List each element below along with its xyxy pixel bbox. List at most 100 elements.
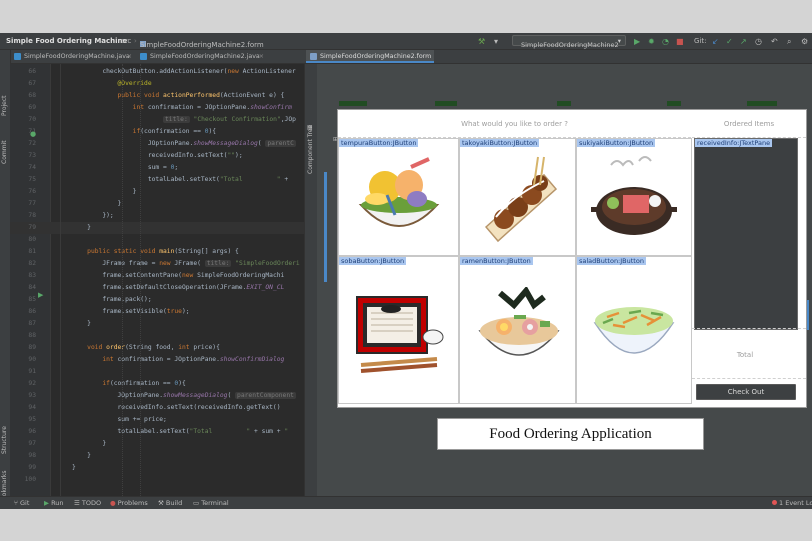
component-tree-icon[interactable]: ▤ — [307, 124, 313, 131]
code-line[interactable]: 90 int confirmation = JOptionPane.showCo… — [10, 354, 304, 366]
code-line[interactable]: 71 if(confirmation == 0){ — [10, 126, 304, 138]
code-line[interactable]: 99} — [10, 462, 304, 474]
hammer-build-icon[interactable]: ⚒ — [478, 37, 485, 46]
git-update-icon[interactable]: ↙ — [712, 37, 719, 46]
received-info-text-pane[interactable]: receivedInfo:JTextPane — [694, 138, 798, 330]
code-line[interactable]: 86 frame.setVisible(true); — [10, 306, 304, 318]
code-line[interactable]: 92 if(confirmation == 0){ — [10, 378, 304, 390]
tab-simplefoodorderingmachine2-form[interactable]: SimpleFoodOrderingMachine2.form × — [306, 50, 434, 63]
code-line[interactable]: 85 frame.pack(); — [10, 294, 304, 306]
code-line[interactable]: 96 totalLabel.setText("Total " + sum + " — [10, 426, 304, 438]
code-text: frame.setVisible(true); — [72, 308, 190, 315]
coverage-icon[interactable]: ◔ — [662, 37, 669, 46]
ide-window: Simple Food Ordering Machine › src › Sim… — [0, 33, 812, 509]
code-line[interactable]: 68 public void actionPerformed(ActionEve… — [10, 90, 304, 102]
code-line[interactable]: 78 }); — [10, 210, 304, 222]
soba-button[interactable]: sobaButton:JButton — [338, 256, 459, 404]
gear-icon[interactable]: ⚙ — [801, 37, 808, 46]
close-icon[interactable]: × — [127, 50, 132, 63]
code-line[interactable]: 84 frame.setDefaultCloseOperation(JFrame… — [10, 282, 304, 294]
status-git[interactable]: ⑂ Git — [14, 499, 29, 507]
ramen-button[interactable]: ramenButton:JButton — [459, 256, 576, 404]
line-number: 96 — [28, 428, 36, 435]
code-line[interactable]: 69 int confirmation = JOptionPane.showCo… — [10, 102, 304, 114]
status-run[interactable]: ▶ Run — [44, 499, 64, 507]
stop-icon[interactable]: ■ — [676, 37, 684, 46]
button-label: takoyakiButton:JButton — [460, 139, 540, 147]
code-line[interactable]: 74 sum = 0; — [10, 162, 304, 174]
chevron-down-icon[interactable]: ▾ — [494, 37, 498, 46]
code-editor[interactable]: 66 checkOutButton.addActionListener(new … — [10, 64, 304, 496]
code-line[interactable]: 88 — [10, 330, 304, 342]
ordered-items-label: Ordered Items — [692, 110, 806, 138]
status-build[interactable]: ⚒ Build — [158, 499, 182, 507]
takoyaki-button[interactable]: takoyakiButton:JButton — [459, 138, 576, 256]
code-line[interactable]: 73 receivedInfo.setText(""); — [10, 150, 304, 162]
tab-simplefoodorderingmachine-java[interactable]: SimpleFoodOrderingMachine.java × — [10, 50, 136, 63]
breadcrumb-src[interactable]: src — [121, 37, 131, 45]
sukiyaki-button[interactable]: sukiyakiButton:JButton — [576, 138, 692, 256]
code-line[interactable]: 76 } — [10, 186, 304, 198]
code-line[interactable]: 87 } — [10, 318, 304, 330]
line-number: 92 — [28, 380, 36, 387]
form-canvas[interactable]: What would you like to order ? Ordered I… — [337, 109, 807, 408]
code-line[interactable]: 67 @Override — [10, 78, 304, 90]
status-run-label: Run — [51, 499, 64, 507]
salad-button[interactable]: saladButton:JButton — [576, 256, 692, 404]
tab-simplefoodorderingmachine2-java[interactable]: SimpleFoodOrderingMachine2.java × — [136, 50, 268, 63]
run-icon[interactable]: ▶ — [634, 37, 640, 46]
code-text: JFrame frame = new JFrame( title: "Simpl… — [72, 260, 300, 267]
line-number: 86 — [28, 308, 36, 315]
override-marker-icon[interactable]: ● — [30, 130, 36, 138]
tool-project[interactable]: Project — [1, 95, 8, 116]
code-line[interactable]: 75 totalLabel.setText("Total " + — [10, 174, 304, 186]
debug-icon[interactable]: ✹ — [648, 37, 655, 46]
code-line[interactable]: 91 — [10, 366, 304, 378]
code-line[interactable]: 81 public static void main(String[] args… — [10, 246, 304, 258]
text-pane-label: receivedInfo:JTextPane — [695, 139, 773, 147]
button-label: saladButton:JButton — [577, 257, 646, 265]
line-number: 84 — [28, 284, 36, 291]
soba-tray-icon — [356, 296, 444, 373]
status-terminal[interactable]: ▭ Terminal — [193, 499, 229, 507]
breadcrumb-separator: › — [114, 37, 117, 45]
code-line[interactable]: 72 JOptionPane.showMessageDialog( parent… — [10, 138, 304, 150]
breadcrumb-project[interactable]: Simple Food Ordering Machine — [6, 37, 127, 45]
button-label: sobaButton:JButton — [339, 257, 407, 265]
tool-commit[interactable]: Commit — [1, 140, 8, 164]
close-icon[interactable]: × — [425, 50, 430, 63]
run-gutter-icon[interactable]: ▶ — [38, 291, 43, 299]
close-icon[interactable]: × — [259, 50, 264, 63]
status-event-log[interactable]: 1 Event Log — [772, 499, 812, 507]
code-line[interactable]: 95 sum += price; — [10, 414, 304, 426]
divider — [692, 378, 806, 380]
code-line[interactable]: 82 JFrame frame = new JFrame( title: "Si… — [10, 258, 304, 270]
git-commit-icon[interactable]: ✓ — [726, 37, 733, 46]
tempura-button[interactable]: tempuraButton:JButton — [338, 138, 459, 256]
code-line[interactable]: 70 title: "Checkout Confirmation",JOp — [10, 114, 304, 126]
code-line[interactable]: 98 } — [10, 450, 304, 462]
run-config-select[interactable]: SimpleFoodOrderingMachine2 ▾ — [512, 35, 626, 49]
status-todo[interactable]: ☰ TODO — [74, 499, 101, 507]
code-line[interactable]: 94 receivedInfo.setText(receivedInfo.get… — [10, 402, 304, 414]
code-text: } — [72, 452, 91, 459]
code-line[interactable]: 89 void order(String food, int price){ — [10, 342, 304, 354]
tool-component-tree[interactable]: Component Tree — [307, 125, 314, 174]
line-number: 67 — [28, 80, 36, 87]
code-line[interactable]: 66 checkOutButton.addActionListener(new … — [10, 66, 304, 78]
code-line[interactable]: 100 — [10, 474, 304, 486]
status-problems[interactable]: ● Problems — [110, 499, 148, 507]
tool-structure[interactable]: Structure — [1, 426, 8, 454]
git-push-icon[interactable]: ↗ — [740, 37, 747, 46]
code-line[interactable]: 80 — [10, 234, 304, 246]
code-line[interactable]: 83 frame.setContentPane(new SimpleFoodOr… — [10, 270, 304, 282]
rollback-icon[interactable]: ↶ — [771, 37, 778, 46]
search-icon[interactable]: ⌕ — [787, 37, 791, 46]
code-line[interactable]: 93 JOptionPane.showMessageDialog( parent… — [10, 390, 304, 402]
code-line[interactable]: 79 } — [10, 222, 304, 234]
check-out-button[interactable]: Check Out — [696, 384, 796, 400]
code-line[interactable]: 97 } — [10, 438, 304, 450]
history-icon[interactable]: ◷ — [755, 37, 762, 46]
indent-guide — [122, 64, 124, 496]
code-line[interactable]: 77 } — [10, 198, 304, 210]
